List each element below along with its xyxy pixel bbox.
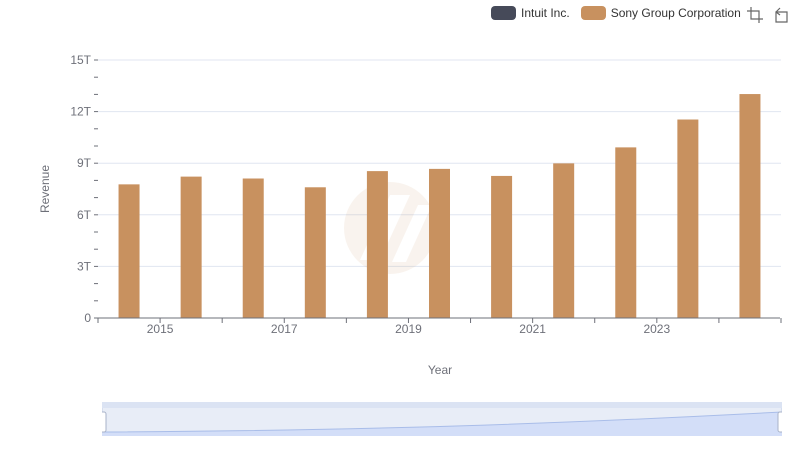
bar-sony-2019[interactable] [429,168,450,318]
bars [97,94,761,319]
x-tick-label: 2015 [147,322,174,336]
y-tick-label: 6T [77,208,92,222]
y-tick-label: 9T [77,156,92,170]
bar-sony-2015[interactable] [180,176,202,318]
x-tick-label: 2017 [271,322,298,336]
bar-sony-2023[interactable] [677,119,699,319]
x-tick-label: 2019 [395,322,422,336]
bar-sony-2024[interactable] [739,94,761,318]
chart: 03T6T9T12T15T 2015 2017 2019 2021 2023 Year … [38,53,782,377]
zoom-top-bar[interactable] [102,402,782,408]
y-tick-label: 0 [84,311,91,325]
x-axis-title: Year [428,363,452,377]
bar-sony-2017[interactable] [304,187,326,318]
zoom-handle-right[interactable] [777,411,785,433]
y-axis-title: Revenue [38,165,52,213]
data-zoom-slider[interactable] [99,401,785,437]
bar-sony-2014[interactable] [118,184,140,318]
y-tick-label: 12T [70,105,91,119]
bar-sony-2022[interactable] [615,147,637,318]
y-tick-label: 3T [77,259,92,273]
y-tick-label: 15T [70,53,91,67]
x-axis-ticks: 2015 2017 2019 2021 2023 [97,318,782,336]
x-tick-label: 2021 [519,322,546,336]
bar-sony-2018[interactable] [366,171,388,318]
zoom-handle-left[interactable] [99,411,107,433]
bar-sony-2021[interactable] [553,163,575,318]
watermark-logo [344,182,436,274]
x-tick-label: 2023 [643,322,670,336]
bar-sony-2020[interactable] [491,175,513,318]
bar-sony-2016[interactable] [242,178,264,318]
y-axis-ticks: 0 3T 6T 9T 12T 15T [70,53,98,325]
